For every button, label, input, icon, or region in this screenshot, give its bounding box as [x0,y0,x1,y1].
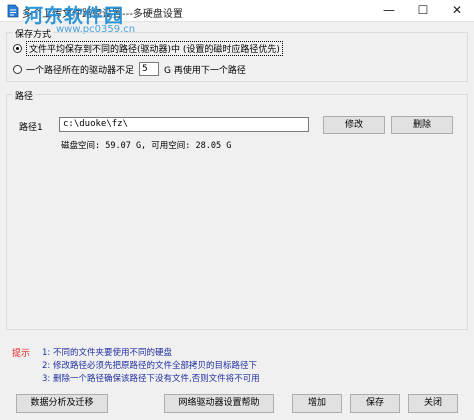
add-button[interactable]: 增加 [292,394,342,413]
path-group: 路径 路径1 c:\duoke\fz\ 修改 删除 磁盘空间: 59.07 G,… [6,89,468,330]
save-button[interactable]: 保存 [350,394,400,413]
tip-item: 1: 不同的文件夹要使用不同的硬盘 [42,348,172,358]
migrate-button[interactable]: 数据分析及迁移 [16,394,108,413]
tip-item: 3: 删除一个路径确保该路径下没有文件,否则文件将不可用 [42,374,260,384]
tips-label: 提示 [12,349,31,359]
radio-label-even[interactable]: 文件平均保存到不同的路径(驱动器)中 (设置的磁时应路径优先) [26,41,283,56]
minimize-icon[interactable]: — [372,0,406,22]
threshold-input[interactable]: 5 [139,62,160,76]
app-icon [7,4,19,18]
radio-drive-threshold[interactable]: 一个路径所在的驱动器不足 5 G 再使用下一个路径 [13,62,246,76]
path-input[interactable]: c:\duoke\fz\ [59,117,309,132]
save-mode-legend: 保存方式 [13,27,54,40]
save-mode-group: 保存方式 文件平均保存到不同的路径(驱动器)中 (设置的磁时应路径优先) 一个路… [6,27,468,82]
close-button[interactable]: 关闭 [408,394,458,413]
path-label: 路径1 [19,123,43,133]
path-legend: 路径 [13,89,36,102]
network-drive-help-button[interactable]: 网络驱动器设置帮助 [164,394,274,413]
disk-space-info: 磁盘空间: 59.07 G, 可用空间: 28.05 G [61,141,232,151]
tip-item: 2: 修改路径必须先把原路径的文件全部拷贝的目标路径下 [42,361,257,371]
radio-button[interactable] [13,64,22,74]
maximize-icon[interactable]: ☐ [406,0,440,22]
delete-button[interactable]: 删除 [391,116,453,134]
close-icon[interactable]: ✕ [440,0,474,22]
title-bar: 多个上传文件路径设置---多硬盘设置 河东软件园 — ☐ ✕ [0,0,474,27]
radio-even-distribution[interactable]: 文件平均保存到不同的路径(驱动器)中 (设置的磁时应路径优先) [13,41,283,56]
radio-button[interactable] [13,44,22,53]
threshold-suffix: G 再使用下一个路径 [164,65,246,76]
edit-button[interactable]: 修改 [323,116,385,134]
radio-label-threshold[interactable]: 一个路径所在的驱动器不足 [26,63,134,76]
